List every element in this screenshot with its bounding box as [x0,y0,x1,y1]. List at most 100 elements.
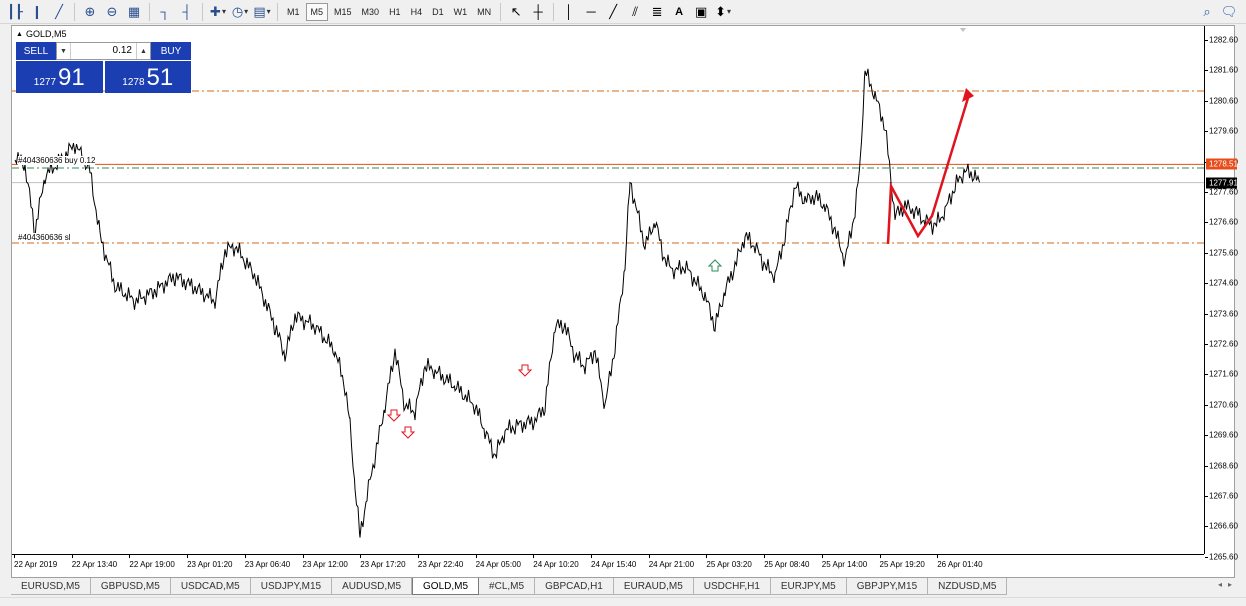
price-axis-tick [1205,465,1208,467]
line-chart-icon[interactable]: ╱ [49,2,69,22]
time-axis-label: 22 Apr 2019 [14,560,58,569]
templates-icon[interactable]: ▤ [252,2,272,22]
price-axis-tick [1205,374,1208,376]
chat-icon[interactable]: 🗨 [1219,2,1239,22]
time-axis-tick [360,555,362,558]
tab-scroll-right-icon[interactable]: ▸ [1228,580,1238,589]
arrows-icon[interactable]: ⬍ [713,2,733,22]
price-axis-label: 1267.60 [1209,491,1238,501]
buy-price-button[interactable]: 1278 51 [104,61,191,93]
one-click-trading-panel: SELL ▼ 0.12 ▲ BUY 1277 91 1278 51 [16,42,191,94]
chart-tab[interactable]: GOLD,M5 [412,578,480,595]
status-strip [0,597,1246,606]
time-axis-label: 25 Apr 08:40 [764,560,810,569]
sell-button[interactable]: SELL [16,42,56,60]
price-axis-label: 1277.60 [1209,187,1238,197]
order-label-buy[interactable]: #404360636 buy 0.12 [18,156,96,165]
lot-increase-icon[interactable]: ▲ [136,43,150,59]
order-label-sl[interactable]: #404360636 sl [18,233,71,242]
price-axis-tick [1205,222,1208,224]
chart-tabs: EURUSD,M5 GBPUSD,M5 USDCAD,M5 USDJPY,M15 AUD… [0,578,1246,596]
timeframe-h4[interactable]: H4 [407,3,427,21]
timeframe-h1[interactable]: H1 [385,3,405,21]
chart-tab[interactable]: EURUSD,M5 [11,578,91,595]
timeframe-d1[interactable]: D1 [428,3,448,21]
chart-tab[interactable]: EURAUD,M5 [613,578,694,595]
chart-tab[interactable]: USDCHF,H1 [693,578,771,595]
price-axis-label: 1280.60 [1209,96,1238,106]
chart-tab[interactable]: USDCAD,M5 [170,578,251,595]
time-axis-label: 25 Apr 03:20 [706,560,752,569]
crosshair-icon[interactable]: ┼ [528,2,548,22]
equidistant-channel-icon[interactable]: ⫽ [625,2,645,22]
price-series [14,68,980,538]
timeframe-m30[interactable]: M30 [358,3,384,21]
chart-tab[interactable]: GBPCAD,H1 [535,578,614,595]
time-axis-tick [14,555,15,558]
periods-icon[interactable]: ◷ [230,2,250,22]
price-axis-label: 1273.60 [1209,309,1238,319]
time-axis-label: 24 Apr 05:00 [475,560,521,569]
price-axis-tick [1205,435,1208,437]
zoom-in-icon[interactable]: ⊕ [80,2,100,22]
time-axis-label: 23 Apr 22:40 [417,560,464,569]
chart-tab[interactable]: AUDUSD,M5 [332,578,413,595]
timeframe-m1[interactable]: M1 [283,3,304,21]
chart-tab[interactable]: GBPUSD,M5 [90,578,171,595]
price-axis-label: 1275.60 [1209,248,1238,258]
chart-tab[interactable]: #CL,M5 [479,578,536,595]
price-axis[interactable]: 1282.601281.601280.601279.601278.601277.… [1204,26,1238,561]
indicators-icon[interactable]: ✚ [208,2,228,22]
price-axis-tick [1205,344,1208,345]
price-axis-label: 1269.60 [1209,430,1238,440]
text-label-icon[interactable]: ▣ [691,2,711,22]
chart-canvas[interactable] [12,26,1204,554]
timeframe-w1[interactable]: W1 [450,3,472,21]
vertical-line-icon[interactable]: │ [559,2,579,22]
price-axis-tick [1205,192,1208,193]
price-axis-label: 1271.60 [1209,369,1238,379]
time-axis-tick [533,555,535,558]
chart-window[interactable]: ▲ GOLD,M5 SELL ▼ 0.12 ▲ BUY 1277 91 1278… [11,25,1238,578]
time-axis-tick [764,555,766,558]
lot-decrease-icon[interactable]: ▼ [57,43,71,59]
time-axis-tick [879,555,881,558]
price-axis-tick [1205,526,1208,528]
sell-arrow-icon [400,426,416,439]
tile-windows-icon[interactable]: ▦ [124,2,144,22]
time-axis[interactable]: 22 Apr 2019 22 Apr 13:40 22 Apr 19:00 23 Ap… [12,554,1204,578]
price-axis-label: 1265.60 [1209,552,1238,562]
chart-tab[interactable]: GBPJPY,M15 [846,578,929,595]
lot-size-field[interactable]: ▼ 0.12 ▲ [56,42,151,60]
sell-price-button[interactable]: 1277 91 [16,61,103,93]
auto-scroll-icon[interactable]: ┤ [177,2,197,22]
timeframe-m15[interactable]: M15 [330,3,356,21]
chart-tab[interactable]: NZDUSD,M5 [928,578,1008,595]
lot-size-value[interactable]: 0.12 [71,43,136,59]
timeframe-mn[interactable]: MN [473,3,495,21]
time-axis-label: 26 Apr 01:40 [937,560,983,569]
fibonacci-icon[interactable]: ≣ [647,2,667,22]
time-axis-label: 24 Apr 10:20 [533,560,579,569]
price-axis-label: 1276.60 [1209,217,1238,227]
chart-symbol-label: ▲ GOLD,M5 [16,29,66,39]
toolbar-separator [149,2,150,21]
cursor-icon[interactable]: ↖ [506,2,526,22]
triangle-icon: ▲ [16,30,23,38]
tab-scroll-left-icon[interactable]: ◂ [1218,580,1228,589]
zoom-out-icon[interactable]: ⊖ [102,2,122,22]
bar-chart-icon[interactable]: ┃┠ [5,2,25,22]
price-axis-label: 1266.60 [1209,521,1238,531]
chart-tab[interactable]: USDJPY,M15 [250,578,333,595]
buy-button[interactable]: BUY [151,42,191,60]
horizontal-line-icon[interactable]: ─ [581,2,601,22]
trendline-icon[interactable]: ╱ [603,2,623,22]
tab-scroll-arrows[interactable]: ◂▸ [1218,580,1238,589]
candlestick-icon[interactable]: ❙ [27,2,47,22]
time-axis-tick [591,555,592,558]
chart-shift-icon[interactable]: ┐ [155,2,175,22]
search-icon[interactable]: ⌕ [1197,2,1217,22]
text-icon[interactable]: A [669,2,689,22]
chart-tab[interactable]: EURJPY,M5 [770,578,847,595]
timeframe-m5[interactable]: M5 [305,2,329,21]
